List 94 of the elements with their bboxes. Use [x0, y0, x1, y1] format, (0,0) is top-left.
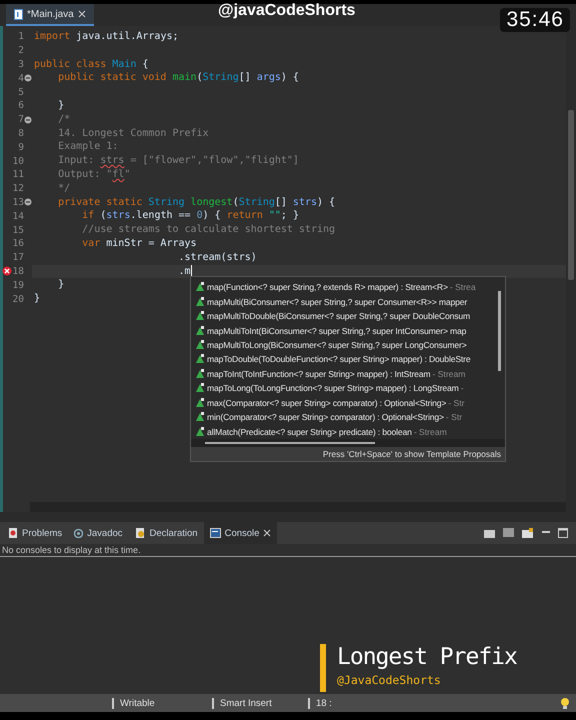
scrollbar-thumb[interactable] — [568, 110, 574, 280]
completion-item[interactable]: mapToLong(ToLongFunction<? super String> mapper) : LongStream - — [195, 381, 493, 396]
status-field: 18 : — [308, 698, 404, 708]
completion-item[interactable]: mapMultiToInt(BiConsumer<? super String,? super IntConsumer> map — [195, 323, 493, 338]
java-file-icon — [14, 8, 23, 20]
code-line: /* — [57, 112, 70, 127]
method-icon — [195, 340, 205, 350]
fold-icon[interactable] — [24, 116, 32, 124]
line-number: 2 — [18, 45, 24, 56]
completion-item[interactable]: mapMultiToDouble(BiConsumer<? super String,? super DoubleConsum — [195, 308, 493, 324]
completion-item[interactable]: mapMultiToLong(BiConsumer<? super String,? super LongConsumer> — [195, 338, 493, 352]
code-line: Example 1: — [57, 140, 118, 154]
method-icon — [195, 368, 205, 379]
console-message: No consoles to display at this time. — [0, 544, 576, 557]
line-number: 10 — [12, 156, 24, 167]
panel-tab[interactable]: Declaration — [128, 522, 204, 544]
completion-item[interactable]: mapToDouble(ToDoubleFunction<? super String> mapper) : DoubleStre — [195, 352, 493, 367]
line-number: 7 — [18, 114, 24, 126]
method-icon — [195, 354, 205, 364]
timer-overlay: 35:46 — [500, 8, 570, 32]
line-number: 3 — [18, 58, 24, 70]
panel-tab[interactable]: Javadoc — [68, 522, 129, 544]
code-line: //use streams to calculate shortest string — [81, 223, 336, 237]
problems-icon — [8, 528, 18, 538]
new-console-icon[interactable] — [522, 528, 534, 538]
editor-tab[interactable]: *Main.java — [6, 4, 94, 26]
fold-icon[interactable] — [24, 74, 32, 82]
code-line: import java.util.Arrays; — [34, 30, 179, 44]
panel-tab[interactable]: Console — [204, 522, 278, 544]
method-icon — [195, 426, 205, 437]
maximize-icon[interactable] — [558, 528, 568, 538]
method-icon — [195, 383, 205, 394]
completion-item[interactable]: map(Function<? super String,? extends R> mapper) : Stream<R> - Strea — [195, 280, 493, 294]
completion-item[interactable]: allMatch(Predicate<? super String> predicate) : boolean - Stream — [195, 424, 493, 439]
status-field: Smart Insert — [212, 698, 308, 708]
code-line: Input: strs = ["flower","flow","flight"] — [57, 154, 299, 168]
completion-item[interactable]: min(Comparator<? super String> comparator) : Optional<String> - Str — [195, 410, 493, 425]
line-number: 14 — [12, 210, 24, 222]
line-number: 18 — [12, 266, 24, 277]
method-icon — [195, 282, 205, 292]
line-number: 12 — [12, 183, 24, 194]
at-sign-icon — [74, 528, 84, 538]
code-line: Output: "fl" — [57, 168, 130, 182]
line-number: 8 — [18, 128, 24, 139]
line-number: 13 — [12, 196, 24, 208]
close-icon[interactable] — [263, 529, 272, 537]
method-icon — [195, 311, 205, 322]
code-line: if (strs.length == 0) { return ""; } — [81, 209, 299, 224]
console-icon — [210, 528, 221, 538]
scrollbar-thumb[interactable] — [205, 442, 375, 444]
fold-icon[interactable] — [24, 198, 32, 206]
line-number: 19 — [12, 280, 24, 291]
line-number: 20 — [12, 294, 24, 305]
display-console-icon[interactable] — [503, 528, 515, 538]
code-line: } — [57, 278, 64, 292]
line-number: 11 — [12, 169, 24, 180]
line-number: 9 — [18, 142, 24, 153]
line-number: 6 — [18, 100, 24, 112]
video-title: Longest Prefix — [337, 644, 517, 670]
status-field: Writable — [112, 698, 212, 708]
line-number: 1 — [18, 31, 24, 42]
declaration-icon — [134, 528, 146, 538]
line-number: 17 — [12, 252, 24, 264]
close-icon[interactable] — [78, 10, 86, 18]
method-icon — [195, 412, 205, 422]
line-number: 16 — [12, 238, 24, 250]
code-line: } — [57, 98, 64, 113]
scrollbar-thumb[interactable] — [498, 291, 501, 371]
method-icon — [195, 326, 205, 336]
code-line: .m — [177, 264, 192, 278]
code-line: var minStr = Arrays — [81, 236, 197, 251]
popup-hint: Press 'Ctrl+Space' to show Template Proposals — [191, 447, 505, 461]
channel-overlay: @javaCodeShorts — [218, 2, 356, 20]
code-line: 14. Longest Common Prefix — [57, 126, 209, 140]
clear-console-icon[interactable] — [484, 528, 496, 538]
code-line: private static String longest(String[] strs) { — [57, 196, 336, 210]
code-line: public class Main { — [34, 58, 148, 72]
completion-item[interactable]: max(Comparator<? super String> comparator) : Optional<String> - Str — [195, 396, 493, 410]
code-line: .stream(strs) — [177, 250, 257, 265]
code-line: } — [34, 292, 40, 306]
panel-tab[interactable]: Problems — [2, 522, 68, 544]
completion-item[interactable]: mapToInt(ToIntFunction<? super String> mapper) : IntStream - Stream — [195, 366, 493, 382]
accent-bar — [320, 644, 326, 692]
channel-handle: @JavaCodeShorts — [337, 673, 442, 687]
method-icon — [195, 398, 205, 408]
lightbulb-icon[interactable] — [560, 697, 570, 709]
line-number: 15 — [12, 224, 24, 236]
code-line: public static void main(String[] args) { — [57, 71, 299, 86]
line-number: 5 — [18, 86, 24, 98]
line-number: 4 — [18, 72, 24, 84]
error-icon — [2, 266, 12, 276]
code-line: */ — [57, 182, 70, 196]
method-icon — [195, 296, 205, 307]
completion-item[interactable]: mapMulti(BiConsumer<? super String,? super Consumer<R>> mapper — [195, 294, 493, 309]
